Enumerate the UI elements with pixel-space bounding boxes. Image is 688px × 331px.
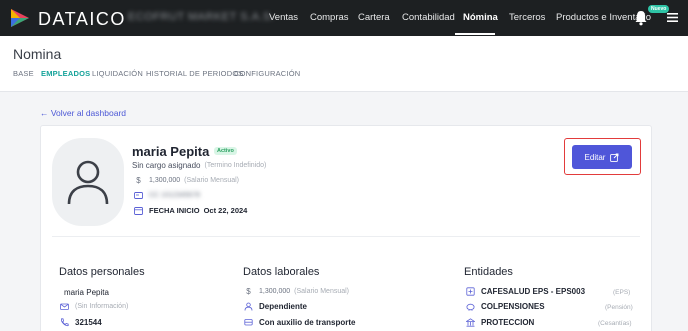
person-icon (244, 302, 253, 311)
salary-value: 1,300,000 (149, 177, 181, 184)
external-edit-icon (610, 153, 619, 162)
contract-text: (Termino Indefinido) (204, 162, 267, 169)
salary-row: $ 1,300,000 (Salario Mensual) (134, 176, 239, 185)
start-date-value: Oct 22, 2024 (203, 206, 248, 215)
personal-email: (Sin Información) (75, 303, 129, 310)
section-divider (52, 236, 640, 237)
entity-row-pension: COLPENSIONES (466, 302, 545, 311)
tab-empleados[interactable]: EMPLEADOS (41, 69, 90, 78)
entity-row-eps: CAFESALUD EPS - EPS003 (466, 287, 585, 296)
salary-note: (Salario Mensual) (184, 177, 240, 184)
id-card-icon (134, 192, 143, 199)
top-navbar: DATAICO ECOFRUT MARKET S.A.S. Ventas Com… (0, 0, 688, 36)
dollar-icon: $ (136, 176, 141, 185)
hamburger-menu-icon[interactable] (667, 12, 678, 23)
position-text: Sin cargo asignado (132, 161, 201, 170)
calendar-icon (134, 207, 143, 215)
labor-type: Dependiente (259, 302, 308, 311)
entity-eps-kind: (EPS) (613, 289, 631, 296)
personal-name-row: maria Pepita (64, 288, 109, 297)
nav-item-contabilidad[interactable]: Contabilidad (402, 12, 455, 23)
bank-icon (466, 318, 475, 327)
start-date-label: FECHA INICIO (149, 206, 200, 215)
entity-cesantias-name: PROTECCION (481, 318, 535, 327)
start-date-row: FECHA INICIO Oct 22, 2024 (134, 206, 247, 215)
tab-historial-de-periodos[interactable]: HISTORIAL DE PERIODOS (146, 69, 244, 78)
entity-eps-name: CAFESALUD EPS - EPS003 (481, 287, 586, 296)
labor-transport: Con auxilio de transporte (259, 318, 356, 327)
entity-row-cesantias: PROTECCION (466, 318, 534, 327)
labor-data-title: Datos laborales (243, 266, 320, 278)
page-header: Nomina BASE EMPLEADOS LIQUIDACIÓN HISTOR… (0, 36, 688, 92)
nav-item-compras[interactable]: Compras (310, 12, 349, 23)
page-title: Nomina (13, 46, 62, 62)
labor-type-row: Dependiente (244, 302, 307, 311)
dataico-logo-icon[interactable] (9, 7, 31, 29)
entity-pension-name: COLPENSIONES (481, 302, 545, 311)
labor-salary: 1,300,000 (259, 288, 291, 295)
personal-name: maria Pepita (64, 288, 109, 297)
edit-button-label: Editar (584, 152, 606, 162)
health-icon (466, 287, 475, 296)
company-name: ECOFRUT MARKET S.A.S. (128, 11, 275, 23)
labor-salary-row: $ 1,300,000 (Salario Mensual) (244, 287, 349, 296)
dollar-icon: $ (246, 287, 251, 296)
bus-icon (244, 319, 253, 326)
nav-item-cartera[interactable]: Cartera (358, 12, 390, 23)
labor-salary-note: (Salario Mensual) (294, 288, 350, 295)
brand-name[interactable]: DATAICO (38, 9, 126, 30)
personal-phone: 321544 (75, 318, 102, 327)
personal-email-row: (Sin Información) (60, 302, 128, 311)
bell-icon[interactable] (634, 10, 648, 26)
edit-button[interactable]: Editar (572, 145, 632, 169)
employee-name: maria Pepita (132, 144, 210, 159)
tab-configuracion[interactable]: CONFIGURACIÓN (234, 69, 300, 78)
status-badge: Activo (214, 147, 237, 155)
entity-cesantias-kind: (Cesantías) (598, 320, 632, 327)
id-row: CC 1012345678 (134, 191, 200, 200)
back-to-dashboard-link[interactable]: ← Volver al dashboard (40, 108, 126, 118)
user-placeholder-icon (67, 160, 109, 205)
phone-icon (61, 318, 69, 327)
avatar (52, 138, 124, 226)
entity-pension-kind: (Pensión) (605, 304, 633, 311)
tab-liquidacion[interactable]: LIQUIDACIÓN (92, 69, 143, 78)
nav-item-terceros[interactable]: Terceros (509, 12, 545, 23)
active-nav-indicator (455, 33, 495, 35)
entities-title: Entidades (464, 266, 513, 278)
email-icon (60, 303, 69, 310)
nav-item-ventas[interactable]: Ventas (269, 12, 298, 23)
tab-base[interactable]: BASE (13, 69, 34, 78)
personal-data-title: Datos personales (59, 266, 145, 278)
id-number: CC 1012345678 (149, 192, 200, 199)
piggy-bank-icon (466, 303, 475, 311)
personal-phone-row: 321544 (60, 318, 102, 327)
position-row: Sin cargo asignado (Termino Indefinido) (132, 161, 266, 170)
nav-item-nomina[interactable]: Nómina (463, 12, 498, 23)
labor-transport-row: Con auxilio de transporte (244, 318, 355, 327)
